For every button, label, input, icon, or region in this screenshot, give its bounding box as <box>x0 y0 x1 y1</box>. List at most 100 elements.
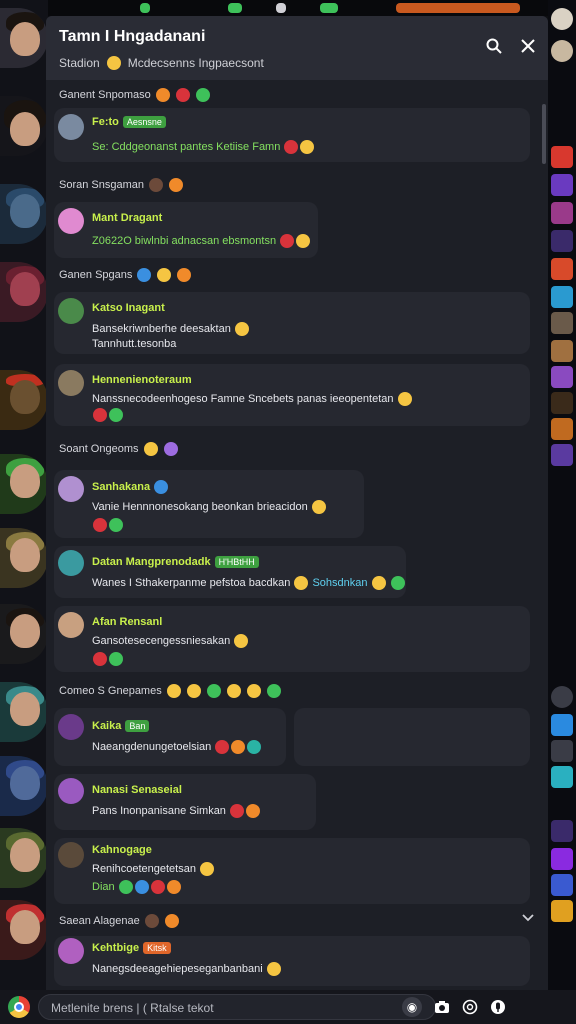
message-author[interactable]: Nanasi Senaseial <box>92 784 182 796</box>
user-avatar[interactable] <box>58 778 84 804</box>
emoji-icon <box>109 518 123 532</box>
role-badge: Ban <box>125 720 150 732</box>
app-icon[interactable] <box>551 366 573 388</box>
server-avatar[interactable] <box>0 184 48 244</box>
reaction-row[interactable] <box>92 408 124 422</box>
gif-icon[interactable]: ◉ <box>402 997 422 1017</box>
message-text: Naeangdenungetoelsian <box>92 740 262 754</box>
server-avatar[interactable] <box>0 96 48 156</box>
message-author[interactable]: Afan Rensanl <box>92 616 162 628</box>
message-bubble[interactable] <box>54 546 406 598</box>
profile-icon[interactable] <box>551 8 573 30</box>
server-avatar[interactable] <box>0 682 48 742</box>
user-avatar[interactable] <box>58 938 84 964</box>
app-icon[interactable] <box>551 286 573 308</box>
server-avatar-rail <box>0 0 48 1024</box>
emoji-icon <box>294 576 309 590</box>
server-avatar[interactable] <box>0 262 48 322</box>
role-badge: H'HBtHH <box>214 556 259 568</box>
reaction-row[interactable] <box>92 652 124 666</box>
chevron-down-icon[interactable] <box>522 910 534 928</box>
feed-scrollbar[interactable] <box>542 104 546 164</box>
emoji-icon <box>266 962 281 976</box>
app-icon[interactable] <box>551 848 573 870</box>
emoji-icon <box>154 480 169 494</box>
message-author[interactable]: Sanhakana <box>92 480 169 494</box>
app-icon[interactable] <box>551 740 573 762</box>
message-author[interactable]: Kaika Ban <box>92 720 150 732</box>
server-avatar[interactable] <box>0 8 48 68</box>
app-icon[interactable] <box>551 444 573 466</box>
user-avatar[interactable] <box>58 208 84 234</box>
group-separator: Comeo S Gnepames <box>59 684 282 698</box>
group-separator: Soran Snsgaman <box>59 178 184 192</box>
message-author[interactable]: Datan Mangprenodadk H'HBtHH <box>92 556 259 568</box>
app-icon[interactable] <box>551 820 573 842</box>
app-icon[interactable] <box>551 714 573 736</box>
emoji-icon <box>246 684 261 698</box>
server-avatar[interactable] <box>0 454 48 514</box>
browser-icon[interactable] <box>8 996 30 1018</box>
user-avatar[interactable] <box>58 298 84 324</box>
message-bubble[interactable] <box>54 202 318 258</box>
emoji-picker-icon[interactable] <box>460 997 480 1017</box>
user-avatar[interactable] <box>58 550 84 576</box>
app-icon[interactable] <box>551 900 573 922</box>
message-feed: Ganent Snpomaso Fe:to Aesnsne Se: Cddgeon… <box>46 80 548 990</box>
app-icon[interactable] <box>551 230 573 252</box>
message-author[interactable]: Mant Dragant <box>92 212 162 224</box>
role-badge: Kitsk <box>143 942 171 954</box>
message-text: Pans Inonpanisane Simkan <box>92 804 261 818</box>
message-bubble[interactable] <box>54 708 286 766</box>
emoji-icon <box>163 442 178 456</box>
app-icon[interactable] <box>551 340 573 362</box>
emoji-icon <box>134 880 149 894</box>
message-composer: Metlenite brens | ( Rtalse tekot ◉ <box>0 990 576 1024</box>
app-icon[interactable] <box>551 392 573 414</box>
app-icon[interactable] <box>551 418 573 440</box>
server-avatar[interactable] <box>0 756 48 816</box>
user-avatar[interactable] <box>58 714 84 740</box>
emoji-icon <box>247 740 262 754</box>
app-icon[interactable] <box>551 174 573 196</box>
mic-icon[interactable] <box>488 997 508 1017</box>
emoji-icon <box>93 652 107 666</box>
app-icon[interactable] <box>551 312 573 334</box>
message-author[interactable]: Katso Inagant <box>92 302 165 314</box>
emoji-icon <box>195 88 210 102</box>
message-author[interactable]: Fe:to Aesnsne <box>92 116 166 128</box>
server-avatar[interactable] <box>0 604 48 664</box>
message-bubble[interactable] <box>54 774 316 830</box>
message-author[interactable]: Kehtbige Kitsk <box>92 942 171 954</box>
server-avatar[interactable] <box>0 528 48 588</box>
close-icon[interactable] <box>516 34 540 58</box>
server-avatar[interactable] <box>0 370 48 430</box>
reaction-row[interactable] <box>92 518 124 532</box>
profile-icon[interactable] <box>551 40 573 62</box>
user-avatar[interactable] <box>58 842 84 868</box>
server-avatar[interactable] <box>0 828 48 888</box>
user-avatar[interactable] <box>58 476 84 502</box>
message-input[interactable]: Metlenite brens | ( Rtalse tekot <box>38 994 436 1020</box>
user-avatar[interactable] <box>58 114 84 140</box>
user-avatar[interactable] <box>58 370 84 396</box>
message-author[interactable]: Kahnogage <box>92 844 152 856</box>
server-avatar[interactable] <box>0 900 48 960</box>
app-icon[interactable] <box>551 146 573 168</box>
message-author[interactable]: Hennenienoteraum <box>92 374 192 386</box>
app-icon[interactable] <box>551 874 573 896</box>
app-icon[interactable] <box>551 258 573 280</box>
app-icon[interactable] <box>551 686 573 708</box>
emoji-icon <box>266 684 281 698</box>
camera-icon[interactable] <box>432 997 452 1017</box>
app-icon[interactable] <box>551 202 573 224</box>
app-icon[interactable] <box>551 766 573 788</box>
user-avatar[interactable] <box>58 612 84 638</box>
search-icon[interactable] <box>482 34 506 58</box>
emoji-icon <box>280 234 295 248</box>
chat-panel: Tamn I Hngadanani Stadion Mcdecsenns Ing… <box>46 16 548 990</box>
emoji-icon <box>144 914 159 928</box>
emoji-icon <box>177 268 192 282</box>
emoji-icon <box>226 684 241 698</box>
message-bubble[interactable] <box>294 708 530 766</box>
